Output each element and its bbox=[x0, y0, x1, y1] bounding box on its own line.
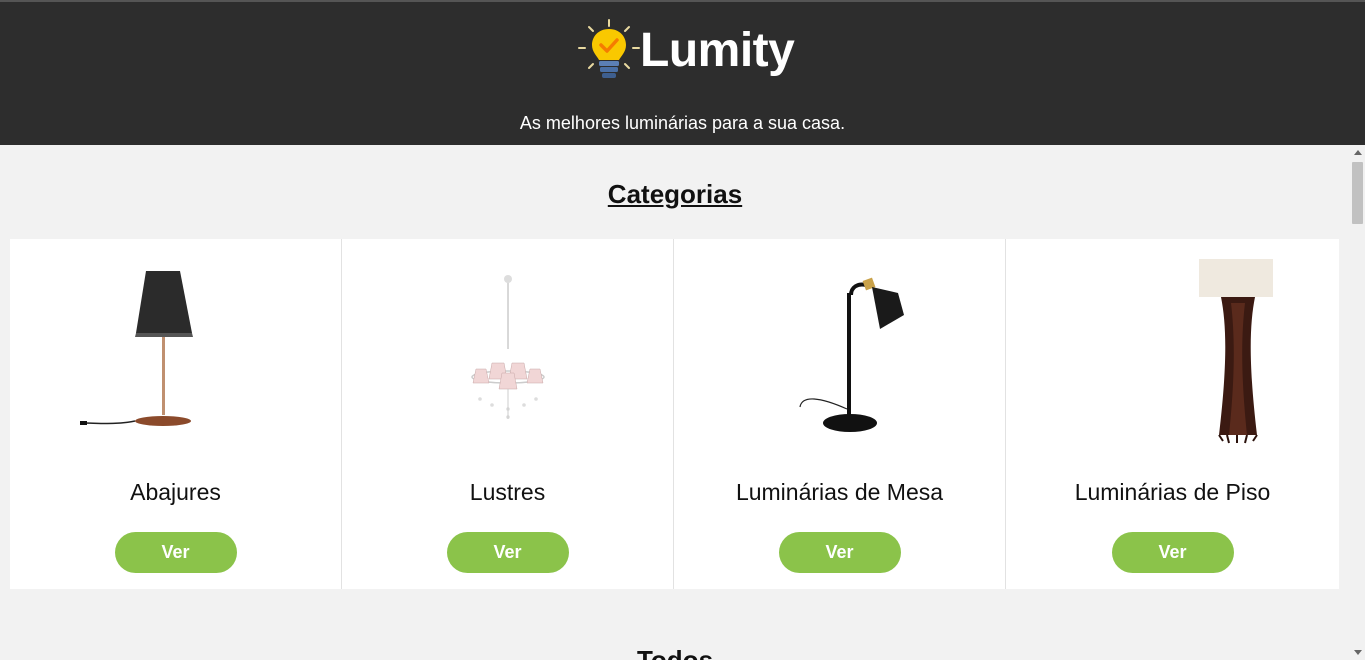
brand-logo[interactable]: Lumity bbox=[576, 14, 795, 86]
tagline: As melhores luminárias para a sua casa. bbox=[519, 113, 846, 133]
lightbulb-check-icon bbox=[578, 19, 640, 78]
categories-heading: Categorias bbox=[607, 179, 743, 209]
view-lustres-button[interactable]: Ver bbox=[446, 532, 569, 573]
chandelier-image[interactable] bbox=[342, 257, 673, 447]
category-name: Luminárias de Piso bbox=[1074, 479, 1271, 505]
view-luminarias-de-mesa-button[interactable]: Ver bbox=[778, 532, 901, 573]
category-name: Abajures bbox=[130, 479, 221, 505]
scroll-up-arrow-icon[interactable] bbox=[1354, 150, 1362, 155]
view-luminarias-de-piso-button[interactable]: Ver bbox=[1111, 532, 1234, 573]
category-name: Lustres bbox=[469, 479, 546, 505]
brand-name: Lumity bbox=[640, 23, 795, 77]
view-abajures-button[interactable]: Ver bbox=[114, 532, 237, 573]
all-products-heading: Todos bbox=[636, 645, 714, 660]
category-card-luminarias-de-piso: Luminárias de Piso Ver bbox=[1006, 239, 1339, 589]
site-header: Lumity As melhores luminárias para a sua… bbox=[0, 2, 1365, 145]
scroll-down-arrow-icon[interactable] bbox=[1354, 650, 1362, 655]
category-name: Luminárias de Mesa bbox=[735, 479, 944, 505]
floor-lamp-image[interactable] bbox=[1006, 257, 1339, 447]
table-lamp-image[interactable] bbox=[10, 257, 341, 447]
category-list: Abajures Ver Lustres Ver Luminárias de M… bbox=[10, 239, 1339, 589]
category-card-lustres: Lustres Ver bbox=[342, 239, 674, 589]
category-card-abajures: Abajures Ver bbox=[10, 239, 342, 589]
desk-lamp-image[interactable] bbox=[674, 257, 1005, 447]
main-content: Categorias Abajures Ver Lustres Ver Lumi… bbox=[0, 145, 1350, 660]
category-card-luminarias-de-mesa: Luminárias de Mesa Ver bbox=[674, 239, 1006, 589]
vertical-scrollbar[interactable] bbox=[1350, 145, 1365, 660]
scrollbar-thumb[interactable] bbox=[1352, 162, 1363, 224]
